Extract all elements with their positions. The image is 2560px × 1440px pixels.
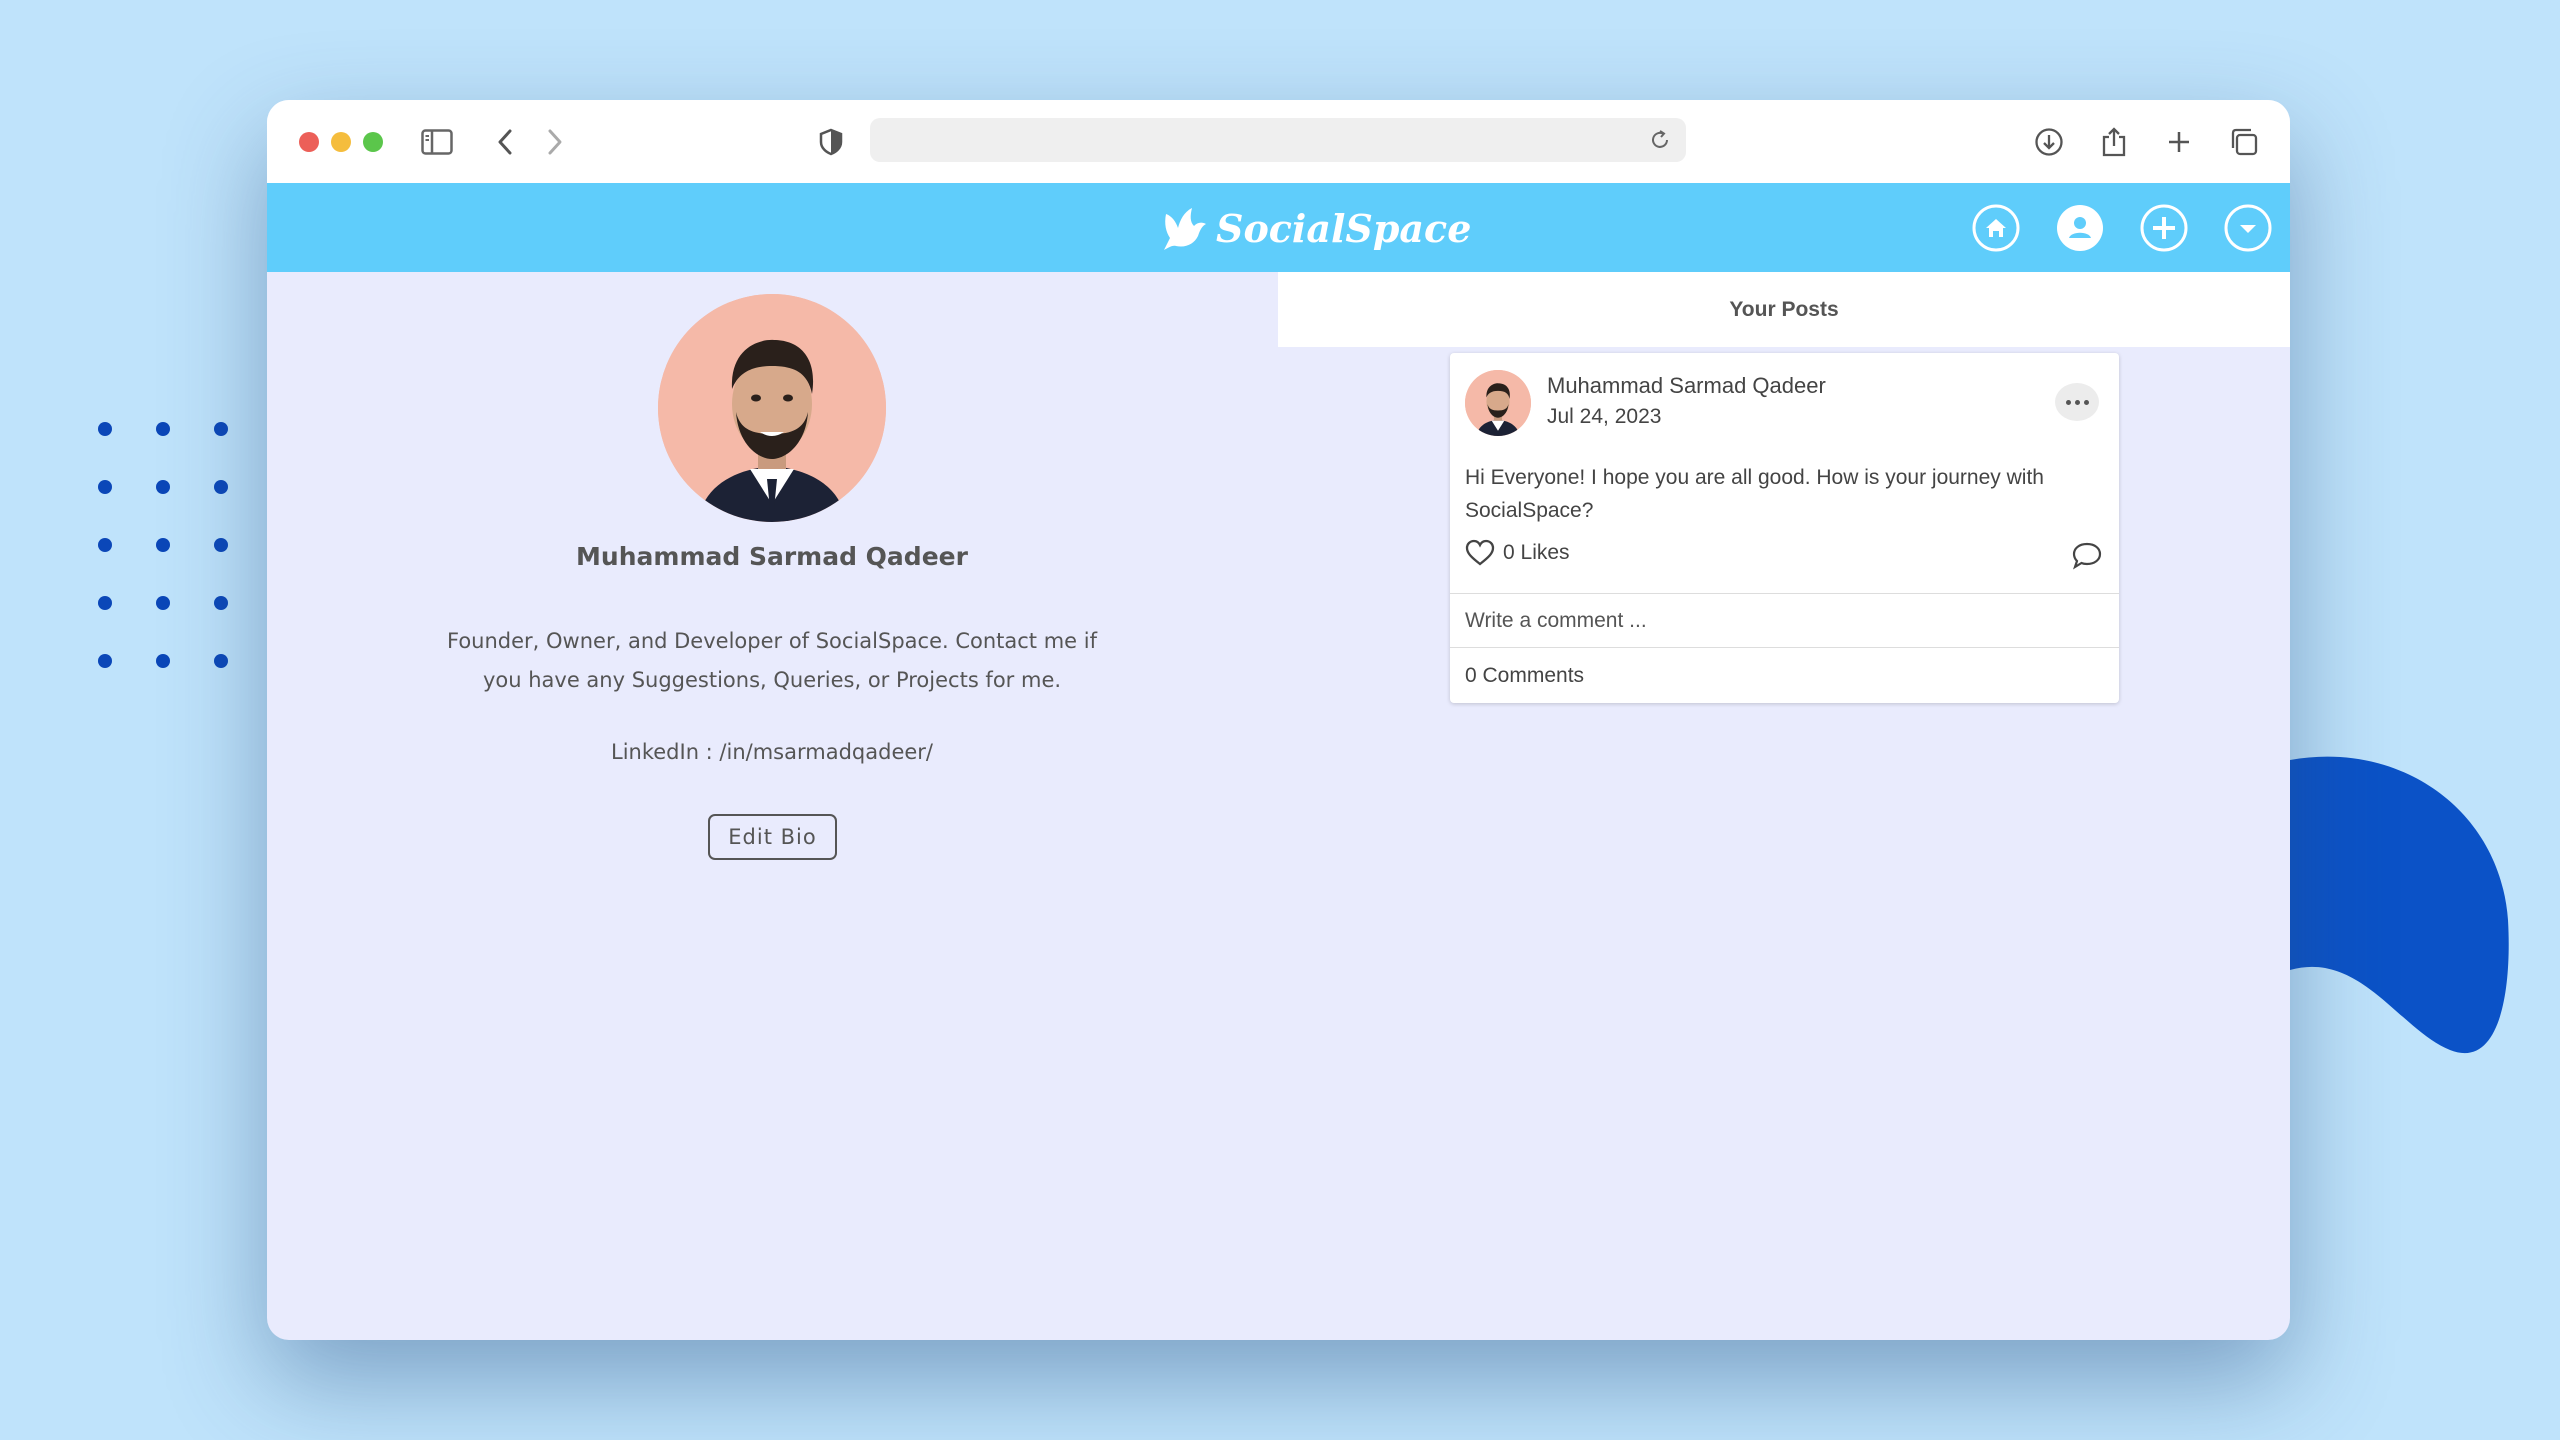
- minimize-window-button[interactable]: [331, 132, 351, 152]
- tabs-overview-icon[interactable]: [2226, 124, 2262, 160]
- post-date: Jul 24, 2023: [1547, 405, 1662, 428]
- home-icon: [1972, 204, 2020, 252]
- url-input[interactable]: [870, 118, 1686, 162]
- like-row: 0 Likes: [1465, 539, 1570, 567]
- share-icon[interactable]: [2096, 124, 2132, 160]
- heart-icon[interactable]: [1465, 539, 1495, 567]
- home-button[interactable]: [1972, 204, 2020, 252]
- profile-icon: [2057, 205, 2103, 251]
- brand-name: SocialSpace: [1216, 205, 1472, 251]
- dropdown-icon: [2224, 204, 2272, 252]
- back-icon[interactable]: [487, 124, 523, 160]
- your-posts-heading: Your Posts: [1278, 272, 2290, 347]
- address-bar[interactable]: [870, 118, 1686, 162]
- dropdown-button[interactable]: [2224, 204, 2272, 252]
- app-header: SocialSpace: [267, 183, 2290, 272]
- post-text: Hi Everyone! I hope you are all good. Ho…: [1465, 466, 2044, 522]
- close-window-button[interactable]: [299, 132, 319, 152]
- dove-icon: [1164, 208, 1206, 250]
- profile-linkedin: LinkedIn : /in/msarmadqadeer/: [611, 740, 933, 764]
- post-author-avatar[interactable]: [1465, 370, 1531, 436]
- brand-logo[interactable]: SocialSpace: [1162, 201, 1471, 255]
- reload-icon[interactable]: [1644, 124, 1676, 156]
- forward-icon[interactable]: [537, 124, 573, 160]
- decorative-dots: [98, 422, 238, 682]
- privacy-shield-icon[interactable]: [813, 124, 849, 160]
- comment-input[interactable]: [1450, 593, 2119, 648]
- browser-window: SocialSpace Muhammad Sarmad Qadeer Found…: [267, 100, 2290, 1340]
- profile-avatar[interactable]: [658, 294, 886, 522]
- post-card: Muhammad Sarmad Qadeer Jul 24, 2023 Hi E…: [1450, 353, 2119, 703]
- profile-button[interactable]: [2056, 204, 2104, 252]
- add-post-button[interactable]: [2140, 204, 2188, 252]
- browser-toolbar: [267, 100, 2290, 183]
- add-post-icon: [2140, 204, 2188, 252]
- comment-icon[interactable]: [2071, 541, 2103, 571]
- zoom-window-button[interactable]: [363, 132, 383, 152]
- edit-bio-button[interactable]: Edit Bio: [708, 814, 837, 860]
- new-tab-icon[interactable]: [2161, 124, 2197, 160]
- profile-bio: Founder, Owner, and Developer of SocialS…: [447, 629, 1097, 692]
- post-options-button[interactable]: [2055, 383, 2099, 421]
- likes-count: 0 Likes: [1503, 541, 1570, 564]
- comments-count[interactable]: 0 Comments: [1465, 664, 1584, 688]
- sidebar-icon[interactable]: [419, 124, 455, 160]
- profile-name: Muhammad Sarmad Qadeer: [576, 542, 968, 571]
- download-icon[interactable]: [2031, 124, 2067, 160]
- post-author-name[interactable]: Muhammad Sarmad Qadeer: [1547, 373, 1826, 399]
